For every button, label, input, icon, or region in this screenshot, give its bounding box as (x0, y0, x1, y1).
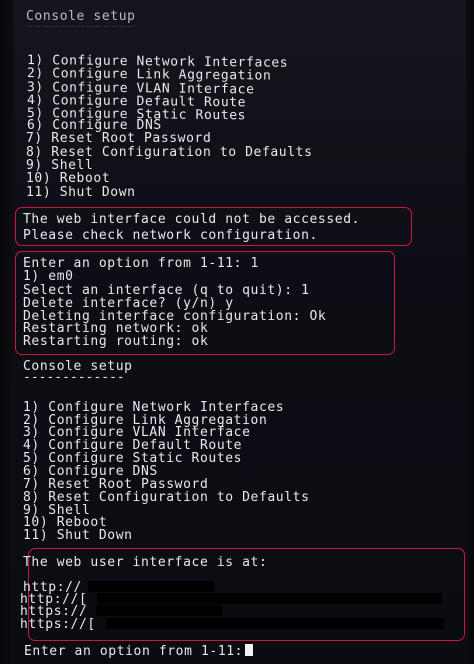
web-ui-url-4[interactable]: https://[ (20, 618, 96, 631)
redaction-bar-1 (88, 581, 214, 592)
console-title-underline-1: ============= (26, 23, 136, 27)
final-prompt[interactable]: Enter an option from 1-11: (24, 644, 254, 659)
redaction-bar-3 (96, 605, 222, 616)
console-title-underline-2: ------------- (23, 370, 125, 385)
text-cursor (245, 644, 254, 656)
menu-item-7[interactable]: 7) Reset Root Password (26, 132, 211, 145)
redaction-bar-4 (106, 618, 444, 629)
web-ui-header: The web user interface is at: (23, 555, 268, 570)
monitor-bezel-right (466, 0, 474, 664)
menu-item-10[interactable]: 10) Reboot (26, 172, 110, 185)
session-line-routing: Restarting routing: ok (23, 334, 209, 349)
session-line-interface: 1) em0 (23, 269, 74, 284)
redaction-bar-2 (97, 593, 442, 604)
console-title-1: Console setup (26, 9, 136, 24)
menu-item-11[interactable]: 11) Shut Down (26, 186, 136, 199)
console-screen: Console setup ============= 1) Configure… (0, 0, 474, 664)
error-line-1: The web interface could not be accessed. (23, 212, 361, 227)
monitor-bezel-left (0, 0, 14, 664)
error-line-2: Please check network configuration. (23, 228, 318, 243)
final-prompt-text: Enter an option from 1-11: (24, 644, 244, 659)
menu2-item-11[interactable]: 11) Shut Down (23, 529, 133, 542)
